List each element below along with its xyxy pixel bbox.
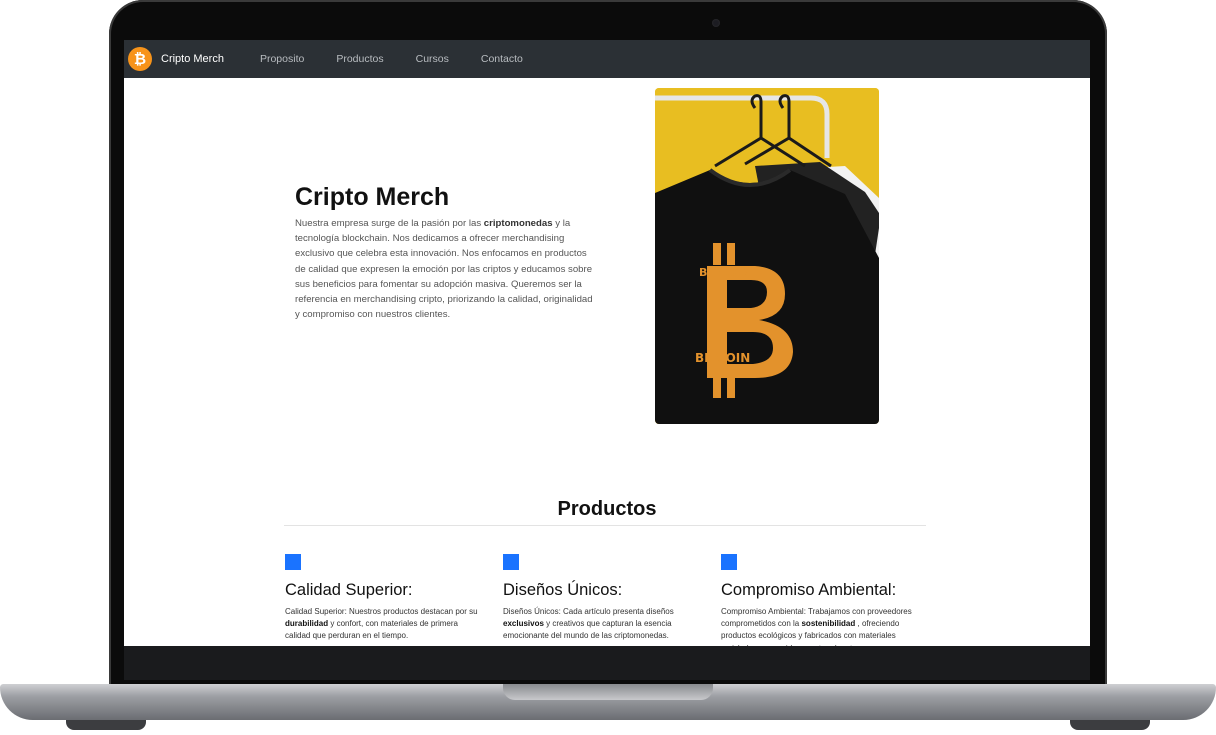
product-desc-start: Diseños Únicos: Cada artículo presenta d… <box>503 607 674 616</box>
product-card-quality: Calidad Superior: Calidad Superior: Nues… <box>285 554 485 643</box>
product-desc-bold: durabilidad <box>285 619 329 629</box>
square-icon <box>285 554 301 570</box>
product-description: Calidad Superior: Nuestros productos des… <box>285 606 485 643</box>
product-desc-bold: exclusivos <box>503 619 544 629</box>
square-icon <box>721 554 737 570</box>
section-divider <box>284 525 926 526</box>
product-title: Diseños Únicos: <box>503 581 623 599</box>
product-title: Compromiso Ambiental: <box>721 581 897 599</box>
product-desc-start: Calidad Superior: Nuestros productos des… <box>285 607 478 616</box>
product-card-designs: Diseños Únicos: Diseños Únicos: Cada art… <box>503 554 703 643</box>
bitcoin-logo-icon[interactable]: ₿ <box>128 47 152 71</box>
navbar-brand[interactable]: Cripto Merch <box>161 53 224 65</box>
product-description: Diseños Únicos: Cada artículo presenta d… <box>503 606 703 643</box>
products-title: Productos <box>557 498 657 520</box>
hero-text-end: y la tecnología blockchain. Nos dedicamo… <box>295 218 593 321</box>
laptop-foot-right <box>1070 720 1150 730</box>
shirt-text-1: BITCOIN <box>699 266 750 279</box>
square-icon <box>503 554 519 570</box>
product-desc-bold: sostenibilidad <box>801 619 856 629</box>
laptop-foot-left <box>66 720 146 730</box>
hero-title: Cripto Merch <box>295 183 450 211</box>
product-title: Calidad Superior: <box>285 581 413 599</box>
screen-bezel <box>124 646 1090 680</box>
hero-text-start: Nuestra empresa surge de la pasión por l… <box>295 218 484 229</box>
hero-description: Nuestra empresa surge de la pasión por l… <box>295 216 595 322</box>
nav-link-productos[interactable]: Productos <box>336 53 383 65</box>
nav-link-cursos[interactable]: Cursos <box>416 53 449 65</box>
navbar: ₿ Cripto Merch Proposito Productos Curso… <box>124 40 1090 78</box>
nav-link-proposito[interactable]: Proposito <box>260 53 304 65</box>
laptop-notch <box>503 684 713 700</box>
nav-link-contacto[interactable]: Contacto <box>481 53 523 65</box>
camera-icon <box>712 19 720 27</box>
tshirt-illustration: BITCOIN BITCOIN <box>655 88 879 424</box>
hero-text-bold: criptomonedas <box>483 218 553 229</box>
website-screen: ₿ Cripto Merch Proposito Productos Curso… <box>124 40 1090 646</box>
product-description: Compromiso Ambiental: Trabajamos con pro… <box>721 606 921 646</box>
shirt-text-2: BITCOIN <box>695 351 750 365</box>
product-card-environment: Compromiso Ambiental: Compromiso Ambient… <box>721 554 921 646</box>
bitcoin-tshirt-image: BITCOIN BITCOIN <box>655 88 879 424</box>
